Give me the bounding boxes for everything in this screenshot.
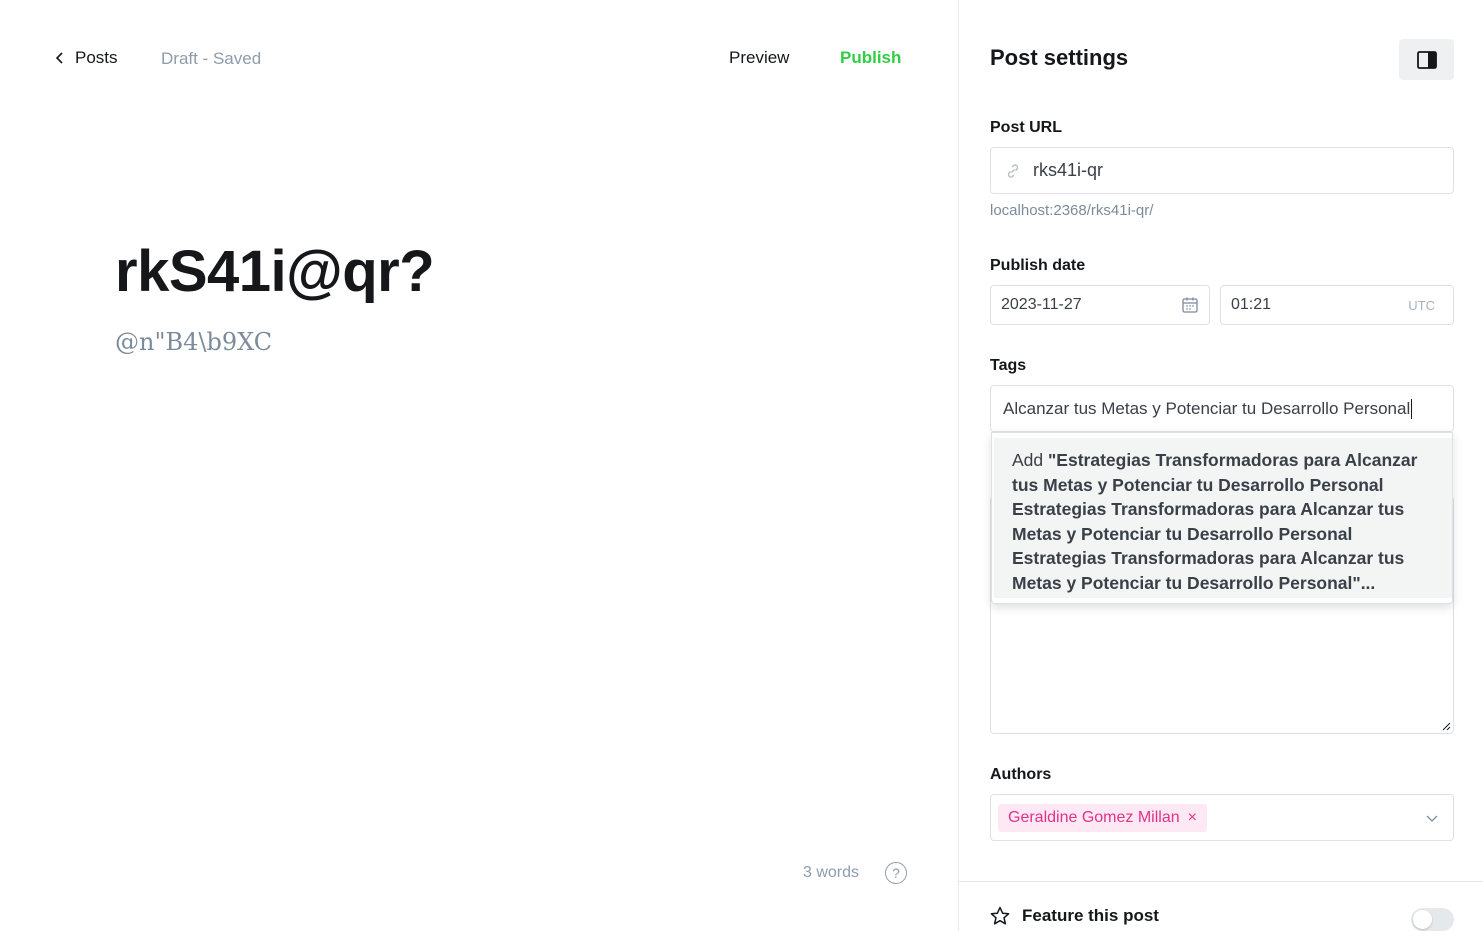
- publish-time-field[interactable]: 01:21 UTC: [1220, 285, 1454, 325]
- link-icon: [1007, 163, 1019, 178]
- sidebar-icon: [1416, 50, 1437, 69]
- post-url-hint: localhost:2368/rks41i-qr/: [990, 202, 1154, 219]
- publish-button[interactable]: Publish: [840, 48, 901, 68]
- back-to-posts-link[interactable]: Posts: [55, 48, 118, 68]
- add-tag-option[interactable]: Add "Estrategias Transformadoras para Al…: [994, 438, 1452, 598]
- editor-topbar: Posts Draft - Saved Preview Publish: [0, 0, 958, 118]
- chevron-left-icon: [55, 52, 63, 64]
- post-url-field[interactable]: [990, 147, 1454, 194]
- feature-post-toggle[interactable]: [1411, 908, 1454, 931]
- tags-input-text: Alcanzar tus Metas y Potenciar tu Desarr…: [1003, 398, 1411, 418]
- publish-date-value: 2023-11-27: [1001, 296, 1082, 313]
- settings-title: Post settings: [990, 45, 1129, 70]
- tags-dropdown: Add "Estrategias Transformadoras para Al…: [991, 432, 1453, 604]
- post-url-input[interactable]: [1033, 160, 1433, 181]
- publish-time-value: 01:21: [1231, 296, 1272, 313]
- post-body[interactable]: @n"B4\b9XC: [115, 328, 272, 356]
- author-name: Geraldine Gomez Millan: [1008, 808, 1180, 826]
- author-token[interactable]: Geraldine Gomez Millan ×: [998, 803, 1207, 832]
- feature-post-row: Feature this post: [990, 906, 1159, 926]
- publish-date-label: Publish date: [990, 257, 1086, 274]
- resize-handle-icon[interactable]: [1441, 721, 1451, 731]
- editor-pane: Posts Draft - Saved Preview Publish rkS4…: [0, 0, 958, 931]
- authors-label: Authors: [990, 766, 1052, 783]
- save-status: Draft - Saved: [161, 49, 262, 68]
- section-divider: [959, 881, 1483, 882]
- tags-input[interactable]: Alcanzar tus Metas y Potenciar tu Desarr…: [990, 385, 1454, 432]
- post-url-label: Post URL: [990, 119, 1062, 136]
- chevron-down-icon[interactable]: [1425, 811, 1439, 825]
- post-settings-panel: Post settings Post URL localhost:2368/rk…: [958, 0, 1483, 931]
- tags-label: Tags: [990, 357, 1027, 374]
- text-caret: [1411, 398, 1413, 419]
- back-label: Posts: [75, 48, 118, 67]
- publish-date-field[interactable]: 2023-11-27: [990, 285, 1210, 325]
- preview-button[interactable]: Preview: [729, 48, 789, 68]
- post-title[interactable]: rkS41i@qr?: [115, 238, 435, 305]
- remove-author-icon[interactable]: ×: [1188, 809, 1197, 827]
- calendar-icon[interactable]: [1181, 296, 1199, 314]
- add-tag-prefix: Add: [1012, 450, 1048, 470]
- sidebar-toggle-button[interactable]: [1399, 39, 1454, 80]
- authors-select[interactable]: Geraldine Gomez Millan ×: [990, 794, 1454, 841]
- star-icon: [990, 906, 1010, 925]
- toggle-knob: [1413, 910, 1432, 929]
- add-tag-value: "Estrategias Transformadoras para Alcanz…: [1012, 450, 1418, 593]
- timezone-label: UTC: [1408, 297, 1435, 313]
- feature-post-label: Feature this post: [1022, 906, 1159, 925]
- word-count: 3 words: [803, 864, 860, 881]
- help-icon[interactable]: ?: [885, 862, 907, 884]
